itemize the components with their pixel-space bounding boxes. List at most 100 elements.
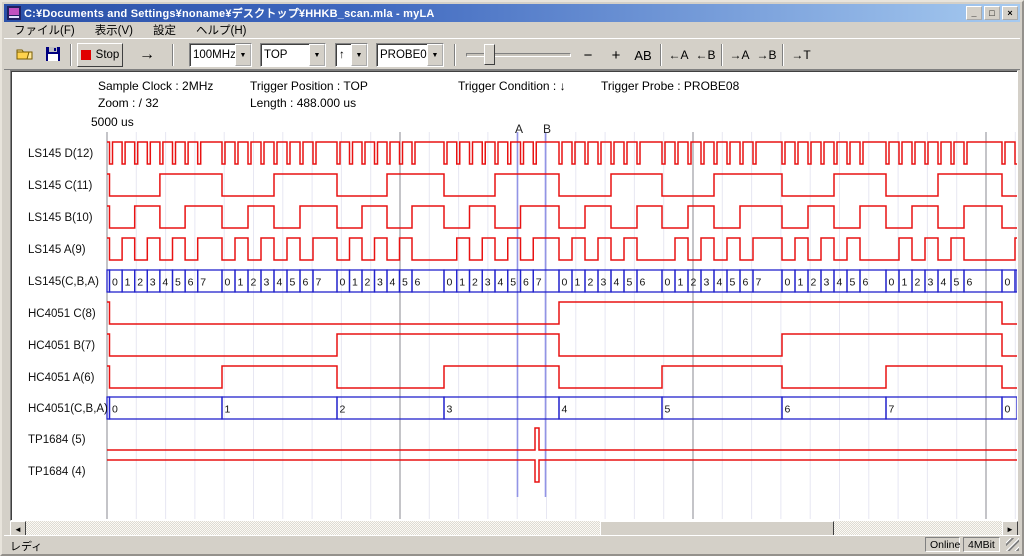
zoom-in-button[interactable]: + — [604, 43, 628, 67]
cursor-b-label[interactable]: B — [539, 122, 555, 136]
zoom-out-button[interactable]: − — [576, 43, 600, 67]
hc4051-bus-value: 3 — [447, 404, 453, 416]
app-icon — [7, 6, 21, 20]
slider-track[interactable] — [466, 53, 571, 57]
ls145-bus-value: 2 — [588, 277, 594, 289]
wave-LS145 C(11) — [107, 174, 1017, 196]
ls145-bus-value: 1 — [459, 277, 465, 289]
info-trigger-condition: Trigger Condition : ↓ — [458, 79, 566, 93]
channel-label: TP1684 (5) — [28, 434, 86, 446]
hc4051-bus-cell — [444, 397, 559, 419]
chevron-down-icon[interactable]: ▼ — [235, 44, 251, 66]
ls145-bus-value: 7 — [200, 277, 206, 289]
ls145-bus-value: 2 — [472, 277, 478, 289]
ls145-bus-value: 4 — [390, 277, 396, 289]
wave-LS145 A(9) — [107, 238, 1017, 260]
app-window: C:¥Documents and Settings¥noname¥デスクトップ¥… — [0, 0, 1024, 556]
hc4051-bus-cell — [337, 397, 444, 419]
ls145-bus-value: 5 — [290, 277, 296, 289]
status-message: レディ — [10, 538, 42, 554]
slider-thumb[interactable] — [484, 44, 495, 65]
ls145-bus-value: 6 — [188, 277, 194, 289]
ls145-bus-value: 0 — [112, 277, 118, 289]
hc4051-bus-cell — [559, 397, 662, 419]
ls145-bus-value: 0 — [665, 277, 671, 289]
ls145-bus-value: 5 — [730, 277, 736, 289]
trigger-position-combo[interactable]: TOP ▼ — [260, 43, 326, 67]
ls145-bus-value: 4 — [717, 277, 723, 289]
trigger-edge-combo[interactable]: ↑ ▼ — [335, 43, 368, 67]
waveform-svg: 0123456701234567012345601234567012345601… — [11, 71, 1017, 520]
wave-TP1684 (4) — [107, 460, 1017, 482]
close-button[interactable]: × — [1002, 6, 1018, 20]
goto-b-right-button[interactable]: →B — [754, 43, 779, 67]
hc4051-bus-cell — [782, 397, 886, 419]
ls145-bus-value: 7 — [316, 277, 322, 289]
wave-HC4051 B(7) — [107, 334, 1017, 356]
goto-trigger-button[interactable]: →T — [788, 43, 814, 67]
stop-icon — [81, 50, 91, 60]
ls145-bus-value: 5 — [627, 277, 633, 289]
channel-label: HC4051 A(6) — [28, 372, 94, 384]
ls145-bus-value: 3 — [377, 277, 383, 289]
online-status-badge: Online — [925, 537, 960, 552]
save-button[interactable] — [40, 43, 66, 67]
ls145-bus-value: 2 — [365, 277, 371, 289]
resize-grip[interactable] — [1006, 538, 1019, 551]
chevron-down-icon[interactable]: ▼ — [309, 44, 325, 66]
ls145-bus-value: 1 — [238, 277, 244, 289]
hc4051-bus-cell — [222, 397, 337, 419]
ls145-bus-value: 1 — [352, 277, 358, 289]
ls145-bus-value: 0 — [447, 277, 453, 289]
zoom-slider[interactable] — [466, 43, 571, 67]
channel-label: HC4051 C(8) — [28, 308, 96, 320]
status-bar: レディ Online 4MBit — [4, 535, 1020, 552]
menu-view[interactable]: 表示(V) — [85, 21, 143, 39]
ls145-bus-value: 3 — [601, 277, 607, 289]
title-bar: C:¥Documents and Settings¥noname¥デスクトップ¥… — [4, 4, 1020, 22]
ls145-bus-value: 2 — [915, 277, 921, 289]
goto-a-left-button[interactable]: ←A — [666, 43, 691, 67]
chevron-down-icon[interactable]: ▼ — [427, 44, 443, 66]
channel-label: LS145(C,B,A) — [28, 276, 99, 288]
run-button[interactable]: → — [130, 43, 164, 67]
hc4051-bus-value: 4 — [562, 404, 568, 416]
chevron-down-icon[interactable]: ▼ — [351, 44, 367, 66]
channel-label: HC4051(C,B,A) — [28, 403, 108, 415]
ls145-bus-value: 4 — [837, 277, 843, 289]
ls145-bus-value: 6 — [863, 277, 869, 289]
ls145-bus-value: 0 — [562, 277, 568, 289]
sample-clock-combo[interactable]: 100MHz ▼ — [189, 43, 252, 67]
wave-LS145 D(12) — [107, 142, 1017, 164]
cursor-a-label[interactable]: A — [511, 122, 527, 136]
ls145-bus-value: 1 — [125, 277, 131, 289]
ls145-bus-value: 2 — [137, 277, 143, 289]
trigger-probe-combo[interactable]: PROBE00 ▼ — [376, 43, 444, 67]
ls145-bus-value: 0 — [340, 277, 346, 289]
wave-HC4051 C(8) — [107, 302, 1017, 324]
ls145-bus-value: 2 — [251, 277, 257, 289]
ls145-bus-value: 6 — [640, 277, 646, 289]
ls145-bus-value: 4 — [941, 277, 947, 289]
menu-file[interactable]: ファイル(F) — [4, 21, 85, 39]
ab-span-button[interactable]: AB — [630, 43, 656, 67]
goto-b-left-button[interactable]: ←B — [693, 43, 718, 67]
hc4051-bus-value: 5 — [665, 404, 671, 416]
maximize-button[interactable]: □ — [984, 6, 1000, 20]
ls145-bus-value: 5 — [510, 277, 516, 289]
plus-icon: + — [612, 47, 621, 64]
toolbar: Stop → 100MHz ▼ TOP ▼ ↑ ▼ PROBE00 ▼ − — [4, 38, 1020, 70]
goto-a-right-button[interactable]: →A — [727, 43, 752, 67]
hc4051-bus-value: 7 — [889, 404, 895, 416]
menu-settings[interactable]: 設定 — [143, 21, 186, 39]
toolbar-separator — [70, 44, 72, 66]
ls145-bus-value: 5 — [954, 277, 960, 289]
menu-help[interactable]: ヘルプ(H) — [186, 21, 256, 39]
ls145-bus-value: 0 — [225, 277, 231, 289]
minimize-button[interactable]: _ — [966, 6, 982, 20]
ls145-bus-value: 4 — [162, 277, 168, 289]
ls145-bus-value: 6 — [523, 277, 529, 289]
ls145-bus-value: 3 — [264, 277, 270, 289]
stop-button[interactable]: Stop — [77, 43, 123, 67]
open-file-button[interactable] — [12, 43, 38, 67]
